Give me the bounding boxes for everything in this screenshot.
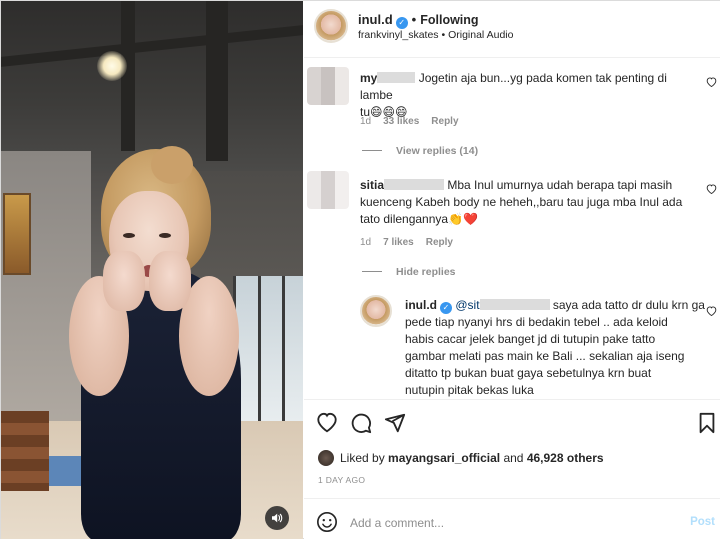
comment-likes[interactable]: 7 likes: [383, 237, 414, 248]
view-replies-label[interactable]: View replies (14): [396, 145, 478, 157]
replies-line: [362, 271, 382, 272]
reply-line: nutupin pitak bekas luka: [405, 383, 534, 397]
view-replies-toggle[interactable]: View replies (14): [362, 145, 478, 157]
comment-line: tato dilengannya👏❤️: [360, 212, 478, 226]
likes-count[interactable]: 46,928 others: [527, 451, 604, 465]
reply-like-heart-icon[interactable]: [706, 306, 717, 316]
add-comment-bar: Add a comment... Post: [304, 498, 720, 539]
reply-line: pede tiap nyanyi hrs di bedakin tebel ..…: [405, 315, 668, 329]
liker-avatar[interactable]: [318, 450, 334, 466]
comment-icon[interactable]: [350, 412, 372, 434]
post-comment-button[interactable]: Post: [690, 516, 715, 528]
reply-mention[interactable]: @sit: [455, 298, 479, 312]
post-video[interactable]: [1, 1, 303, 539]
liker-username[interactable]: mayangsari_official: [388, 451, 500, 465]
comment-line: Mba Inul umurnya udah berapa tapi masih: [447, 178, 673, 192]
redacted-mention: [479, 299, 550, 310]
likes-mid: and: [503, 451, 524, 465]
comment-input[interactable]: Add a comment...: [350, 516, 444, 530]
reply-author-avatar[interactable]: [360, 295, 392, 327]
reply-username[interactable]: inul.d: [405, 298, 437, 312]
author-avatar[interactable]: [314, 9, 348, 43]
scene-glass-door: [233, 276, 303, 426]
scene-stairs: [1, 411, 49, 491]
hide-replies-label[interactable]: Hide replies: [396, 266, 456, 278]
comment-like-heart-icon[interactable]: [706, 77, 717, 87]
post-actions-bar: [304, 399, 720, 445]
ceiling-light: [97, 51, 127, 81]
comment-line: kuenceng Kabeh body ne heheh,,baru tau j…: [360, 195, 683, 209]
audio-label[interactable]: Original Audio: [448, 29, 513, 41]
comment-likes[interactable]: 33 likes: [383, 116, 419, 127]
comment-time[interactable]: 1d: [360, 116, 371, 127]
commenter-username[interactable]: sitia: [360, 178, 384, 192]
reply-text: inul.d ✓ @sit saya ada tatto dr dulu krn …: [405, 297, 705, 399]
header-separator: •: [411, 12, 417, 27]
scene-beam: [206, 1, 228, 161]
reply-line: ditatto tp bukan buat gaya sebetulnya kr…: [405, 366, 652, 380]
reply-line: saya ada tatto dr dulu krn ga: [552, 298, 705, 312]
subtitle-separator: •: [441, 29, 446, 41]
smile-icon[interactable]: [316, 511, 338, 533]
sound-toggle-button[interactable]: [265, 506, 289, 530]
reply-line: gambar melati pas main ke Bali ... sekal…: [405, 349, 685, 363]
audio-credit-user[interactable]: frankvinyl_skates: [358, 29, 439, 41]
verified-badge-icon: ✓: [440, 301, 452, 314]
post-side-panel: inul.d ✓ • Following frankvinyl_skates • Or…: [304, 1, 720, 539]
author-username[interactable]: inul.d: [358, 12, 393, 27]
comment-time[interactable]: 1d: [360, 237, 371, 248]
commenter-avatar[interactable]: [307, 67, 349, 105]
comment-meta: 1d 33 likes Reply: [360, 116, 471, 127]
scene-ceiling: [1, 1, 303, 171]
comment-meta: 1d 7 likes Reply: [360, 237, 465, 248]
comment-text: sitia Mba Inul umurnya udah berapa tapi …: [360, 177, 705, 228]
verified-badge-icon: ✓: [395, 16, 408, 29]
likes-summary: Liked by mayangsari_official and 46,928 …: [318, 450, 604, 466]
wall-painting: [3, 193, 31, 275]
speaker-icon: [272, 513, 283, 523]
author-line: inul.d ✓ • Following: [358, 12, 479, 29]
commenter-username[interactable]: my: [360, 71, 377, 85]
post-subtitle: frankvinyl_skates • Original Audio: [358, 29, 513, 41]
following-button[interactable]: Following: [420, 13, 478, 27]
replies-line: [362, 150, 382, 151]
reply-button[interactable]: Reply: [426, 237, 453, 248]
comment-text: my Jogetin aja bun...yg pada komen tak p…: [360, 70, 700, 121]
post-header: inul.d ✓ • Following frankvinyl_skates • Or…: [304, 1, 720, 58]
reply-button[interactable]: Reply: [431, 116, 458, 127]
redacted-username: [384, 179, 445, 190]
post-timestamp[interactable]: 1 DAY AGO: [318, 475, 365, 485]
hide-replies-toggle[interactable]: Hide replies: [362, 266, 456, 278]
send-icon[interactable]: [384, 412, 406, 434]
bookmark-icon[interactable]: [696, 412, 718, 434]
comments-list: my Jogetin aja bun...yg pada komen tak p…: [304, 59, 720, 399]
likes-prefix: Liked by: [340, 451, 385, 465]
commenter-avatar[interactable]: [307, 171, 349, 209]
reply-line: habis cacar jelek banget jd di tutupin p…: [405, 332, 656, 346]
redacted-username: [377, 72, 416, 83]
comment-like-heart-icon[interactable]: [706, 184, 717, 194]
heart-icon[interactable]: [316, 412, 338, 434]
post-frame: inul.d ✓ • Following frankvinyl_skates • Or…: [0, 0, 720, 539]
